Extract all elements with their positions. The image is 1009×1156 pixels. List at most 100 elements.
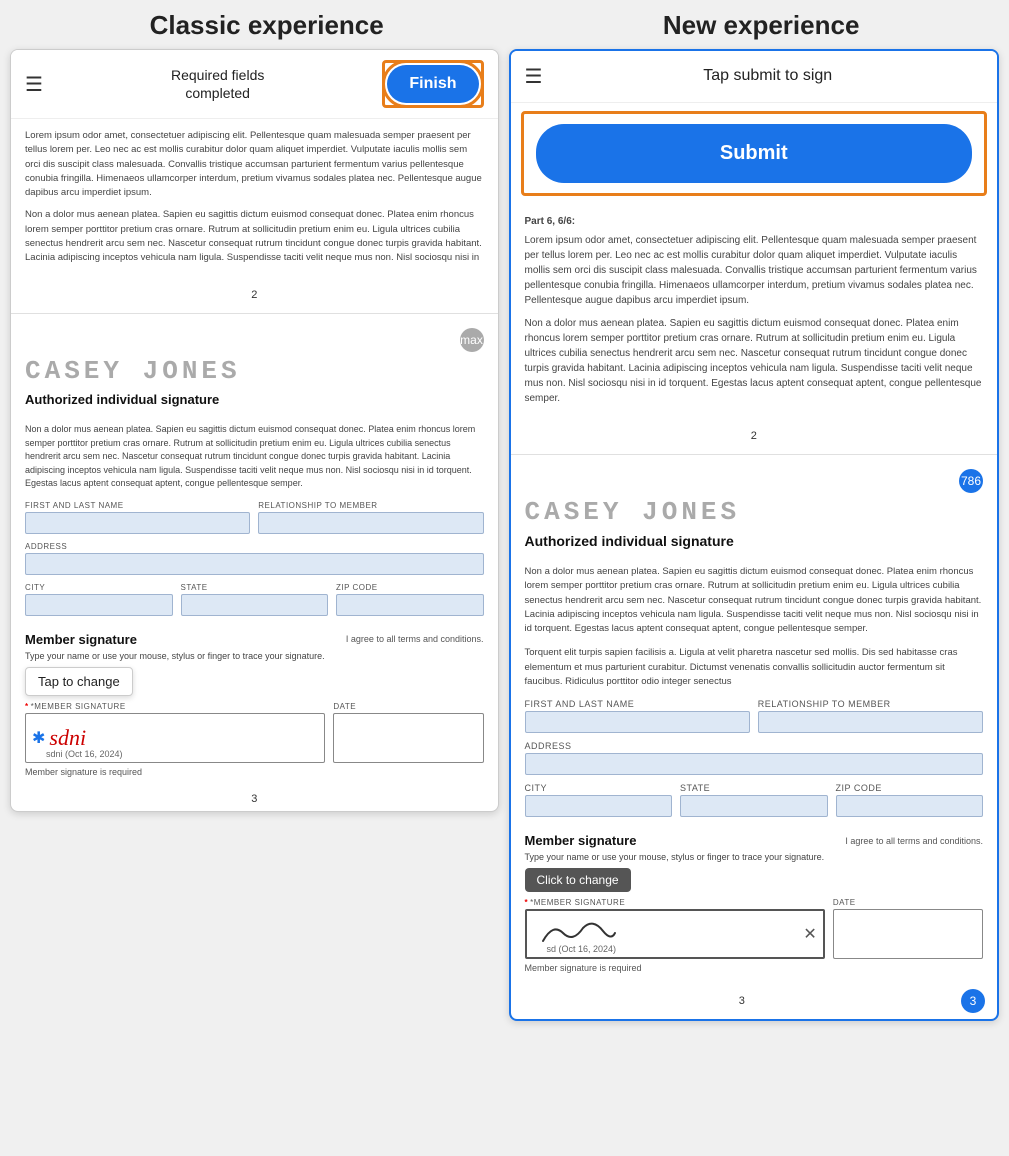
classic-zip-label: ZIP CODE — [336, 583, 484, 592]
new-badge: 786 — [959, 469, 983, 493]
new-address-input[interactable] — [525, 753, 984, 775]
click-to-change-tooltip[interactable]: Click to change — [525, 868, 631, 892]
classic-city-group: CITY — [25, 583, 173, 616]
classic-page3-num: 3 — [11, 787, 498, 811]
classic-sig-lorem: Non a dolor mus aenean platea. Sapien eu… — [25, 423, 484, 491]
classic-sig-box[interactable]: ✱ sdni sdni (Oct 16, 2024) — [25, 713, 325, 763]
classic-sig-star-icon: ✱ — [32, 728, 45, 748]
classic-zip-input[interactable] — [336, 594, 484, 616]
classic-hamburger-icon[interactable]: ☰ — [25, 72, 43, 97]
classic-state-input[interactable] — [181, 594, 329, 616]
classic-lorem1: Lorem ipsum odor amet, consectetuer adip… — [25, 129, 484, 200]
classic-form-row2: ADDRESS — [25, 542, 484, 575]
classic-sig-date-info: sdni (Oct 16, 2024) — [46, 749, 123, 759]
classic-first-last-input[interactable] — [25, 512, 250, 534]
classic-relationship-label: RELATIONSHIP TO MEMBER — [258, 501, 483, 510]
new-first-last-input[interactable] — [525, 711, 750, 733]
new-type-note: Type your name or use your mouse, stylus… — [525, 852, 984, 862]
new-sig-date-info: sd (Oct 16, 2024) — [547, 944, 617, 954]
new-state-label: STATE — [680, 783, 828, 793]
classic-sig-label: **MEMBER SIGNATURE — [25, 702, 325, 711]
classic-header-title: Required fields completed — [53, 66, 382, 102]
new-address-group: ADDRESS — [525, 741, 984, 775]
new-zip-label: ZIP CODE — [836, 783, 984, 793]
classic-relationship-input[interactable] — [258, 512, 483, 534]
classic-sig-text: sdni — [49, 725, 86, 751]
classic-badge: max — [460, 328, 484, 352]
classic-auth-sig-title: Authorized individual signature — [25, 392, 484, 407]
new-title: New experience — [663, 10, 860, 41]
new-state-group: STATE — [680, 783, 828, 817]
new-lorem1: Lorem ipsum odor amet, consectetuer adip… — [525, 233, 984, 308]
classic-sig-section: max CASEY JONES Authorized individual si… — [11, 320, 498, 632]
new-date-label: DATE — [833, 898, 983, 907]
classic-page2-content: Lorem ipsum odor amet, consectetuer adip… — [11, 119, 498, 283]
classic-member-sig-title: Member signature — [25, 632, 137, 647]
new-page3-num: 3 — [523, 989, 962, 1013]
new-sig-lorem1: Non a dolor mus aenean platea. Sapien eu… — [525, 565, 984, 636]
classic-lorem2: Non a dolor mus aenean platea. Sapien eu… — [25, 208, 484, 265]
tap-to-change-tooltip[interactable]: Tap to change — [25, 667, 133, 696]
classic-city-input[interactable] — [25, 594, 173, 616]
new-zip-group: ZIP CODE — [836, 783, 984, 817]
classic-sig-required-msg: Member signature is required — [25, 767, 484, 777]
classic-type-note: Type your name or use your mouse, stylus… — [25, 651, 484, 661]
new-form-row3: CITY STATE ZIP CODE — [525, 783, 984, 817]
new-sig-lorem2: Torquent elit turpis sapien facilisis a.… — [525, 646, 984, 689]
classic-page2-num: 2 — [11, 283, 498, 307]
classic-sig-required-star: * — [25, 702, 29, 711]
classic-first-last-label: FIRST AND LAST NAME — [25, 501, 250, 510]
classic-date-box[interactable] — [333, 713, 483, 763]
classic-terms-text: I agree to all terms and conditions. — [137, 634, 484, 644]
new-sig-box[interactable]: sd (Oct 16, 2024) ✕ — [525, 909, 825, 959]
new-header-title: Tap submit to sign — [552, 66, 983, 87]
new-sig-required-msg: Member signature is required — [525, 963, 984, 973]
new-sig-field-wrap: **MEMBER SIGNATURE sd (Oct 16, 2024) ✕ — [525, 898, 825, 959]
new-date-box[interactable] — [833, 909, 983, 959]
sig-clear-button[interactable]: ✕ — [803, 924, 816, 944]
classic-sig-field-row: **MEMBER SIGNATURE ✱ sdni sdni (Oct 16, … — [25, 702, 484, 763]
classic-panel: ☰ Required fields completed Finish Lorem… — [10, 49, 499, 812]
classic-form-row3: CITY STATE ZIP CODE — [25, 583, 484, 616]
new-sig-label: **MEMBER SIGNATURE — [525, 898, 825, 907]
classic-title: Classic experience — [150, 10, 384, 41]
new-sig-field-row: **MEMBER SIGNATURE sd (Oct 16, 2024) ✕ D… — [525, 898, 984, 959]
new-state-input[interactable] — [680, 795, 828, 817]
finish-button[interactable]: Finish — [387, 65, 478, 103]
classic-header: ☰ Required fields completed Finish — [11, 50, 498, 119]
classic-address-group: ADDRESS — [25, 542, 484, 575]
new-panel: ☰ Tap submit to sign Submit Part 6, 6/6:… — [509, 49, 1000, 1021]
new-zip-input[interactable] — [836, 795, 984, 817]
new-relationship-input[interactable] — [758, 711, 983, 733]
classic-address-input[interactable] — [25, 553, 484, 575]
classic-date-field-wrap: DATE — [333, 702, 483, 763]
new-city-input[interactable] — [525, 795, 673, 817]
classic-address-label: ADDRESS — [25, 542, 484, 551]
classic-first-last-group: FIRST AND LAST NAME — [25, 501, 250, 534]
new-casey-jones: CASEY JONES — [525, 497, 984, 527]
new-terms-text: I agree to all terms and conditions. — [636, 836, 983, 846]
new-form-row1: FIRST AND LAST NAME RELATIONSHIP TO MEMB… — [525, 699, 984, 733]
new-member-sig-header: Member signature I agree to all terms an… — [525, 833, 984, 848]
new-date-field-wrap: DATE — [833, 898, 983, 959]
classic-relationship-group: RELATIONSHIP TO MEMBER — [258, 501, 483, 534]
new-hamburger-icon[interactable]: ☰ — [525, 64, 543, 89]
new-page2-content: Part 6, 6/6: Lorem ipsum odor amet, cons… — [511, 204, 998, 424]
classic-state-group: STATE — [181, 583, 329, 616]
new-sig-section: 786 CASEY JONES Authorized individual si… — [511, 461, 998, 833]
submit-button[interactable]: Submit — [536, 124, 973, 183]
new-city-group: CITY — [525, 783, 673, 817]
new-page2-num: 2 — [511, 424, 998, 448]
classic-member-sig-header: Member signature I agree to all terms an… — [25, 632, 484, 647]
new-form-row2: ADDRESS — [525, 741, 984, 775]
new-member-sig-title: Member signature — [525, 833, 637, 848]
classic-city-label: CITY — [25, 583, 173, 592]
new-first-last-group: FIRST AND LAST NAME — [525, 699, 750, 733]
new-address-label: ADDRESS — [525, 741, 984, 751]
new-lorem-part: Part 6, 6/6: — [525, 214, 984, 229]
new-page-bubble: 3 — [961, 989, 985, 1013]
new-city-label: CITY — [525, 783, 673, 793]
new-submit-btn-wrap: Submit — [521, 111, 988, 196]
new-lorem2: Non a dolor mus aenean platea. Sapien eu… — [525, 316, 984, 406]
classic-casey-jones: CASEY JONES — [25, 356, 484, 386]
